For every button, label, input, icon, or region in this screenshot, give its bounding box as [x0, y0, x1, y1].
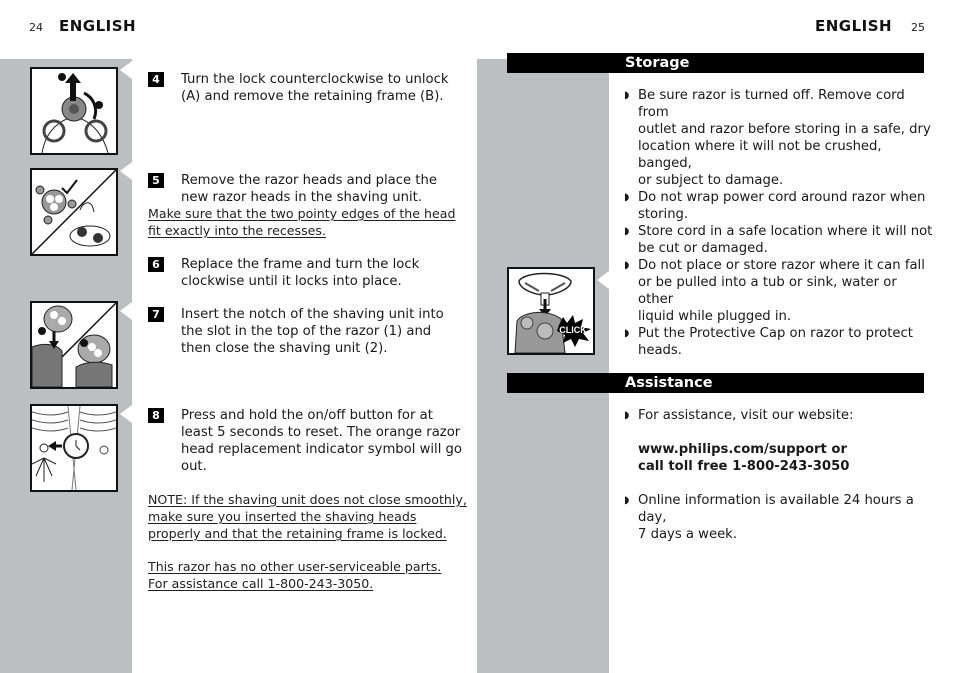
callout-pointer: [120, 405, 132, 423]
text-line: 7 days a week.: [638, 527, 738, 542]
note-line: make sure you inserted the shaving heads: [148, 509, 417, 524]
text-line: Remove the razor heads and place the: [181, 173, 437, 188]
protective-cap-illustration: CLICK: [507, 267, 595, 355]
text-line: Be sure razor is turned off. Remove cord…: [638, 88, 905, 120]
text-line: then close the shaving unit (2).: [181, 341, 388, 356]
note-line: properly and that the retaining frame is…: [148, 526, 447, 541]
step-number-badge: 7: [148, 307, 164, 322]
note-block: NOTE: If the shaving unit does not close…: [148, 491, 467, 542]
text-line: the slot in the top of the razor (1) and: [181, 324, 432, 339]
text-line: or be pulled into a tub or sink, water o…: [638, 275, 897, 307]
step-number-badge: 4: [148, 72, 164, 87]
note-line: This razor has no other user-serviceable…: [148, 559, 442, 574]
step-5-note: Make sure that the two pointy edges of t…: [148, 205, 455, 239]
storage-heading-bar: Storage: [507, 53, 924, 73]
assistance-list: ◗ For assistance, visit our website: www…: [624, 407, 934, 543]
text-line: out.: [181, 459, 207, 474]
text-line: For assistance, visit our website:: [638, 408, 854, 423]
callout-pointer: [120, 61, 132, 79]
text-line: be cut or damaged.: [638, 241, 768, 256]
assistance-heading-bar: Assistance: [507, 373, 924, 393]
text-line: head replacement indicator symbol will g…: [181, 442, 462, 457]
text-line: least 5 seconds to reset. The orange raz…: [181, 425, 461, 440]
text-line: liquid while plugged in.: [638, 309, 792, 324]
callout-pointer: [597, 271, 609, 289]
note-line: NOTE: If the shaving unit does not close…: [148, 492, 467, 507]
unlock-retaining-frame-illustration: [30, 67, 118, 155]
text-line: Do not place or store razor where it can…: [638, 258, 925, 273]
insert-shaving-unit-illustration: [30, 301, 118, 389]
list-item: ◗ Be sure razor is turned off. Remove co…: [624, 87, 934, 189]
reset-indicator-illustration: [30, 404, 118, 492]
step-5-text: Remove the razor heads and place the new…: [181, 172, 437, 206]
bullet-icon: ◗: [624, 226, 630, 237]
bullet-icon: ◗: [624, 192, 630, 203]
callout-pointer: [120, 162, 132, 180]
text-line: Do not wrap power cord around razor when: [638, 190, 926, 205]
page-header-left: ENGLISH: [59, 17, 137, 35]
step-number-badge: 5: [148, 173, 164, 188]
text-line: Store cord in a safe location where it w…: [638, 224, 933, 239]
bullet-icon: ◗: [624, 260, 630, 271]
page-header-right: ENGLISH: [815, 17, 893, 35]
page-number-right: 25: [911, 21, 925, 34]
list-item: ◗ Do not place or store razor where it c…: [624, 257, 934, 325]
service-note: This razor has no other user-serviceable…: [148, 558, 441, 592]
note-line: For assistance call 1-800-243-3050.: [148, 576, 374, 591]
text-line: storing.: [638, 207, 689, 222]
step-8-text: Press and hold the on/off button for at …: [181, 407, 462, 475]
bullet-icon: ◗: [624, 495, 630, 506]
list-item: ◗ Put the Protective Cap on razor to pro…: [624, 325, 934, 359]
list-item: ◗ Do not wrap power cord around razor wh…: [624, 189, 934, 223]
step-7-text: Insert the notch of the shaving unit int…: [181, 306, 444, 357]
replace-razor-heads-illustration: [30, 168, 118, 256]
bullet-icon: ◗: [624, 328, 630, 339]
text-line: Online information is available 24 hours…: [638, 493, 914, 525]
storage-heading: Storage: [625, 55, 690, 71]
text-line: outlet and razor before storing in a saf…: [638, 122, 931, 137]
contact-info: www.philips.com/support or call toll fre…: [624, 441, 934, 475]
click-label: CLICK: [559, 325, 587, 335]
text-line: new razor heads in the shaving unit.: [181, 190, 423, 205]
text-line: heads.: [638, 343, 682, 358]
list-item: ◗ For assistance, visit our website:: [624, 407, 934, 424]
text-line: location where it will not be crushed, b…: [638, 139, 882, 171]
step-4-text: Turn the lock counterclockwise to unlock…: [181, 71, 449, 105]
list-item: ◗ Online information is available 24 hou…: [624, 492, 934, 543]
bullet-icon: ◗: [624, 90, 630, 101]
bullet-icon: ◗: [624, 410, 630, 421]
text-line: (A) and remove the retaining frame (B).: [181, 89, 444, 104]
note-line: Make sure that the two pointy edges of t…: [148, 206, 456, 221]
step-6-text: Replace the frame and turn the lock cloc…: [181, 256, 419, 290]
right-sidebar: [477, 59, 609, 673]
assistance-heading: Assistance: [625, 375, 713, 391]
text-line: Replace the frame and turn the lock: [181, 257, 420, 272]
page-number-left: 24: [29, 21, 43, 34]
list-item: ◗ Store cord in a safe location where it…: [624, 223, 934, 257]
text-line: Insert the notch of the shaving unit int…: [181, 307, 444, 322]
step-number-badge: 8: [148, 408, 164, 423]
toll-free-number: call toll free 1-800-243-3050: [638, 459, 850, 474]
step-number-badge: 6: [148, 257, 164, 272]
note-line: fit exactly into the recesses.: [148, 223, 326, 238]
text-line: Put the Protective Cap on razor to prote…: [638, 326, 913, 341]
callout-pointer: [120, 302, 132, 320]
text-line: or subject to damage.: [638, 173, 784, 188]
text-line: Press and hold the on/off button for at: [181, 408, 433, 423]
text-line: Turn the lock counterclockwise to unlock: [181, 72, 449, 87]
text-line: clockwise until it locks into place.: [181, 274, 402, 289]
storage-list: ◗ Be sure razor is turned off. Remove co…: [624, 87, 934, 359]
support-link[interactable]: www.philips.com/support or: [638, 441, 934, 458]
